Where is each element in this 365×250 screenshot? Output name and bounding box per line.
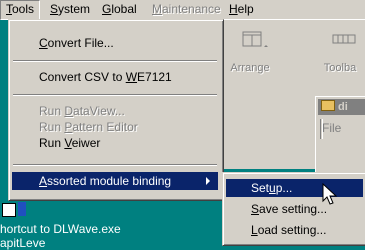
menu-separator bbox=[13, 94, 217, 96]
menu-global[interactable]: Global bbox=[97, 0, 142, 18]
menu-separator bbox=[13, 60, 217, 62]
shortcut-arrow-icon bbox=[2, 203, 16, 217]
child-window: di File bbox=[315, 96, 365, 177]
assorted-module-binding-item[interactable]: Assorted module binding bbox=[12, 172, 218, 190]
folder-icon bbox=[321, 100, 335, 111]
shortcut-line-2: apitLeve bbox=[0, 236, 46, 250]
convert-file-item[interactable]: Convert File... bbox=[12, 34, 218, 52]
toolbar-toolbar-button[interactable]: Toolba bbox=[310, 29, 365, 89]
toolbar-icon bbox=[332, 34, 356, 44]
child-menu-file[interactable]: File bbox=[322, 121, 341, 135]
mouse-cursor-icon bbox=[322, 183, 338, 205]
menu-tools[interactable]: Tools bbox=[0, 0, 41, 20]
menu-separator bbox=[13, 164, 217, 166]
arrange-icon bbox=[242, 31, 268, 47]
arrange-label: Arrange bbox=[230, 62, 270, 74]
toolbar-label: Toolba bbox=[323, 62, 357, 74]
menu-help[interactable]: Help bbox=[224, 0, 259, 18]
arrange-toolbar-button[interactable]: Arrange bbox=[220, 29, 280, 89]
menu-maintenance[interactable]: Maintenance bbox=[147, 0, 226, 18]
run-viewer-item[interactable]: Run Veiwer bbox=[12, 134, 218, 152]
submenu-arrow-icon bbox=[206, 177, 210, 185]
desktop-shortcut-label[interactable]: hortcut to DLWave.exe apitLeve bbox=[0, 222, 121, 250]
convert-csv-item[interactable]: Convert CSV to WE7121 bbox=[12, 68, 218, 86]
load-setting-item[interactable]: Load setting... bbox=[226, 221, 363, 239]
tools-dropdown: Convert File... Convert CSV to WE7121 Ru… bbox=[8, 19, 224, 201]
child-window-title[interactable]: di bbox=[318, 99, 365, 115]
background-app-window: Arrange Toolba di File bbox=[200, 19, 365, 177]
shortcut-line-1: hortcut to DLWave.exe bbox=[0, 222, 121, 236]
child-title-text: di bbox=[338, 101, 348, 113]
menu-bar: Tools System Global Maintenance Help bbox=[0, 0, 365, 20]
menu-system[interactable]: System bbox=[45, 0, 95, 18]
app-icon bbox=[18, 202, 26, 216]
